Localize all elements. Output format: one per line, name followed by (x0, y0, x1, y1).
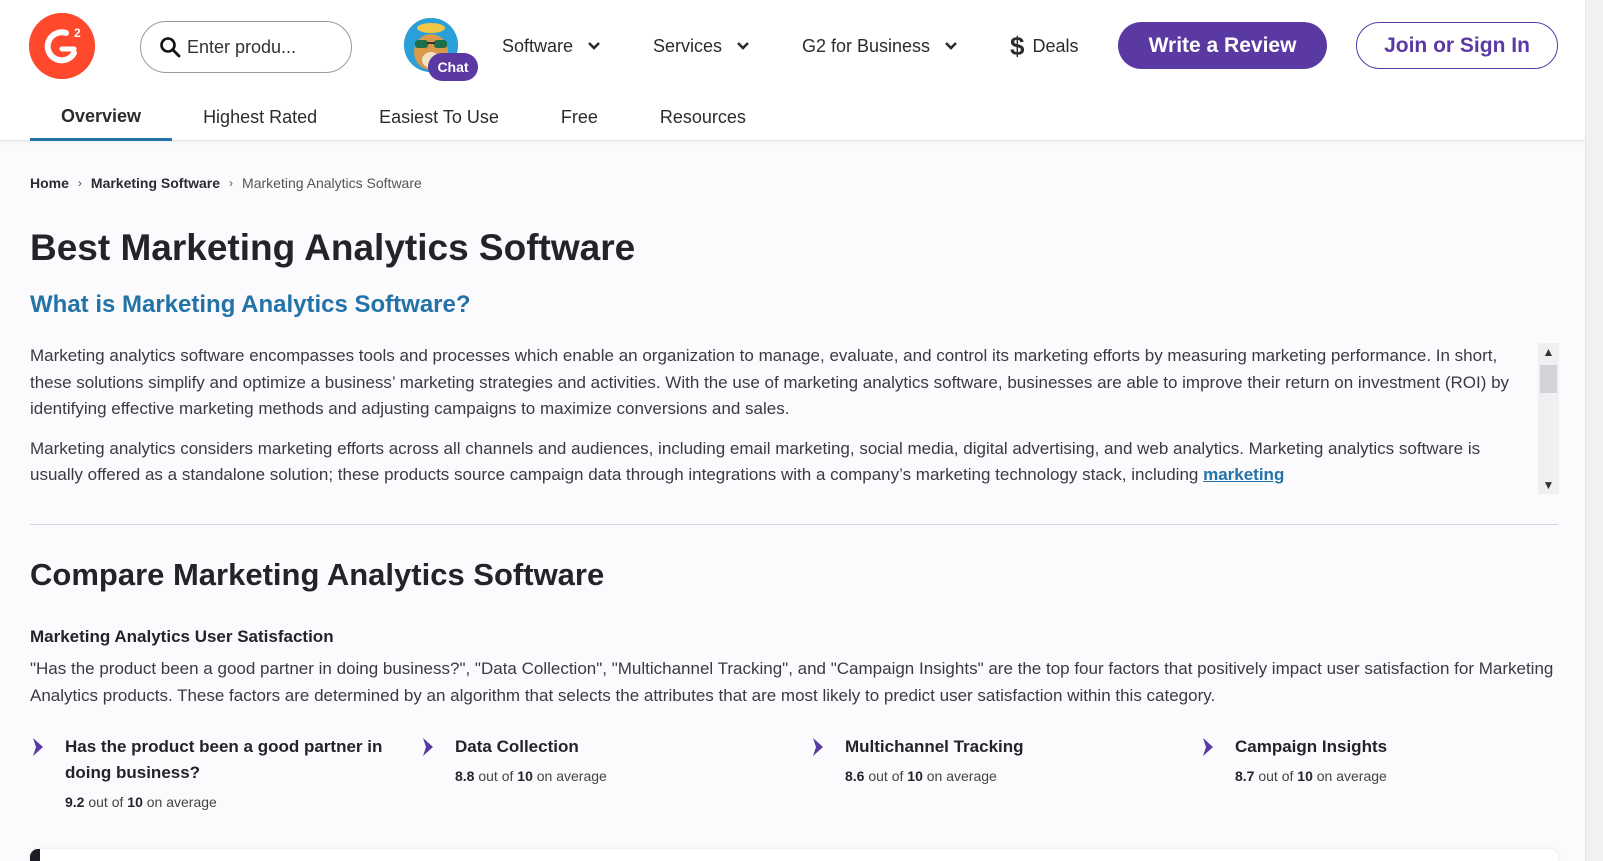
factor-score-max: 10 (517, 768, 533, 784)
category-tabs: Overview Highest Rated Easiest To Use Fr… (30, 98, 777, 141)
factor-score-value: 8.6 (845, 768, 865, 784)
factor-score-value: 8.8 (455, 768, 475, 784)
breadcrumb-separator-icon: › (77, 176, 82, 190)
factor-score: 8.6 out of 10 on average (845, 768, 997, 784)
tab-highest-rated[interactable]: Highest Rated (172, 98, 348, 141)
chevron-down-icon (945, 42, 957, 50)
factor-out-of: out of (88, 794, 124, 810)
breadcrumb-marketing-software[interactable]: Marketing Software (91, 175, 220, 191)
card-edge (30, 849, 40, 861)
nav-software[interactable]: Software (502, 30, 601, 62)
search-icon (160, 37, 181, 58)
factor-score-suffix: on average (1316, 768, 1387, 784)
nav-g2-for-business-label: G2 for Business (802, 35, 931, 56)
factor-score: 8.7 out of 10 on average (1235, 768, 1387, 784)
next-section-card (30, 849, 1558, 861)
factor-score-suffix: on average (146, 794, 217, 810)
g2-logo[interactable]: 2 (29, 13, 95, 79)
section-divider (30, 524, 1558, 525)
scroll-up-icon[interactable]: ▲ (1538, 343, 1559, 361)
page: 2 Chat (0, 0, 1585, 861)
scroll-down-icon[interactable]: ▼ (1538, 476, 1559, 494)
factor-name: Has the product been a good partner in d… (65, 737, 383, 782)
nav-services[interactable]: Services (653, 30, 750, 62)
chevron-right-icon (423, 738, 433, 756)
what-is-heading: What is Marketing Analytics Software? (30, 291, 471, 318)
nav-deals[interactable]: $ Deals (1010, 30, 1079, 62)
site-header: 2 Chat (0, 0, 1585, 141)
nav-services-label: Services (653, 35, 723, 56)
chevron-down-icon (737, 42, 749, 50)
tab-overview[interactable]: Overview (30, 98, 173, 141)
factor-score: 9.2 out of 10 on average (65, 794, 217, 810)
search-input[interactable] (187, 36, 347, 58)
factor-score-max: 10 (127, 794, 143, 810)
description-paragraph-2: Marketing analytics considers marketing … (30, 436, 1530, 489)
factor-score-max: 10 (907, 768, 923, 784)
chevron-down-icon (588, 42, 600, 50)
description-paragraph-1: Marketing analytics software encompasses… (30, 346, 1510, 418)
factor-name: Multichannel Tracking (845, 737, 1024, 756)
chevron-right-icon (33, 738, 43, 756)
factor-score-suffix: on average (926, 768, 997, 784)
nav-software-label: Software (502, 35, 574, 56)
marketing-link[interactable]: marketing (1203, 465, 1284, 484)
factor-score: 8.8 out of 10 on average (455, 768, 607, 784)
factor-score-suffix: on average (536, 768, 607, 784)
scrollbar-thumb[interactable] (1540, 365, 1557, 393)
factor-out-of: out of (478, 768, 514, 784)
chevron-right-icon (1203, 738, 1213, 756)
factor-score-max: 10 (1297, 768, 1313, 784)
nav-deals-label: Deals (1032, 35, 1079, 56)
satisfaction-description: "Has the product been a good partner in … (30, 659, 1554, 705)
write-review-button[interactable]: Write a Review (1118, 22, 1327, 69)
factor-out-of: out of (868, 768, 904, 784)
breadcrumb-home[interactable]: Home (30, 175, 69, 191)
satisfaction-title: Marketing Analytics User Satisfaction (30, 627, 334, 646)
category-description[interactable]: Marketing analytics software encompasses… (30, 343, 1560, 493)
tab-resources[interactable]: Resources (629, 98, 777, 141)
breadcrumb-current: Marketing Analytics Software (242, 175, 422, 191)
dollar-icon: $ (1010, 30, 1025, 61)
g2-logo-icon: 2 (29, 13, 95, 79)
factor-score-value: 9.2 (65, 794, 85, 810)
breadcrumb-separator-icon: › (229, 176, 234, 190)
chat-badge: Chat (428, 53, 478, 81)
factor-name: Campaign Insights (1235, 737, 1388, 756)
satisfaction-factors: Has the product been a good partner in d… (30, 734, 1570, 824)
compare-heading: Compare Marketing Analytics Software (30, 557, 605, 592)
page-scrollbar[interactable] (1585, 0, 1603, 861)
factor-out-of: out of (1258, 768, 1294, 784)
factor-score-value: 8.7 (1235, 768, 1255, 784)
breadcrumb: Home › Marketing Software › Marketing An… (30, 175, 422, 191)
description-scrollbar[interactable]: ▲ ▼ (1538, 343, 1559, 494)
tab-free[interactable]: Free (530, 98, 629, 141)
join-or-sign-in-button[interactable]: Join or Sign In (1356, 22, 1558, 69)
chat-button[interactable]: Chat (404, 18, 478, 81)
nav-g2-for-business[interactable]: G2 for Business (802, 30, 958, 62)
chevron-right-icon (813, 738, 823, 756)
search-box[interactable] (140, 21, 352, 73)
factor-name: Data Collection (455, 737, 579, 756)
page-title: Best Marketing Analytics Software (30, 227, 636, 268)
svg-text:2: 2 (74, 26, 81, 40)
tab-easiest-to-use[interactable]: Easiest To Use (348, 98, 530, 141)
